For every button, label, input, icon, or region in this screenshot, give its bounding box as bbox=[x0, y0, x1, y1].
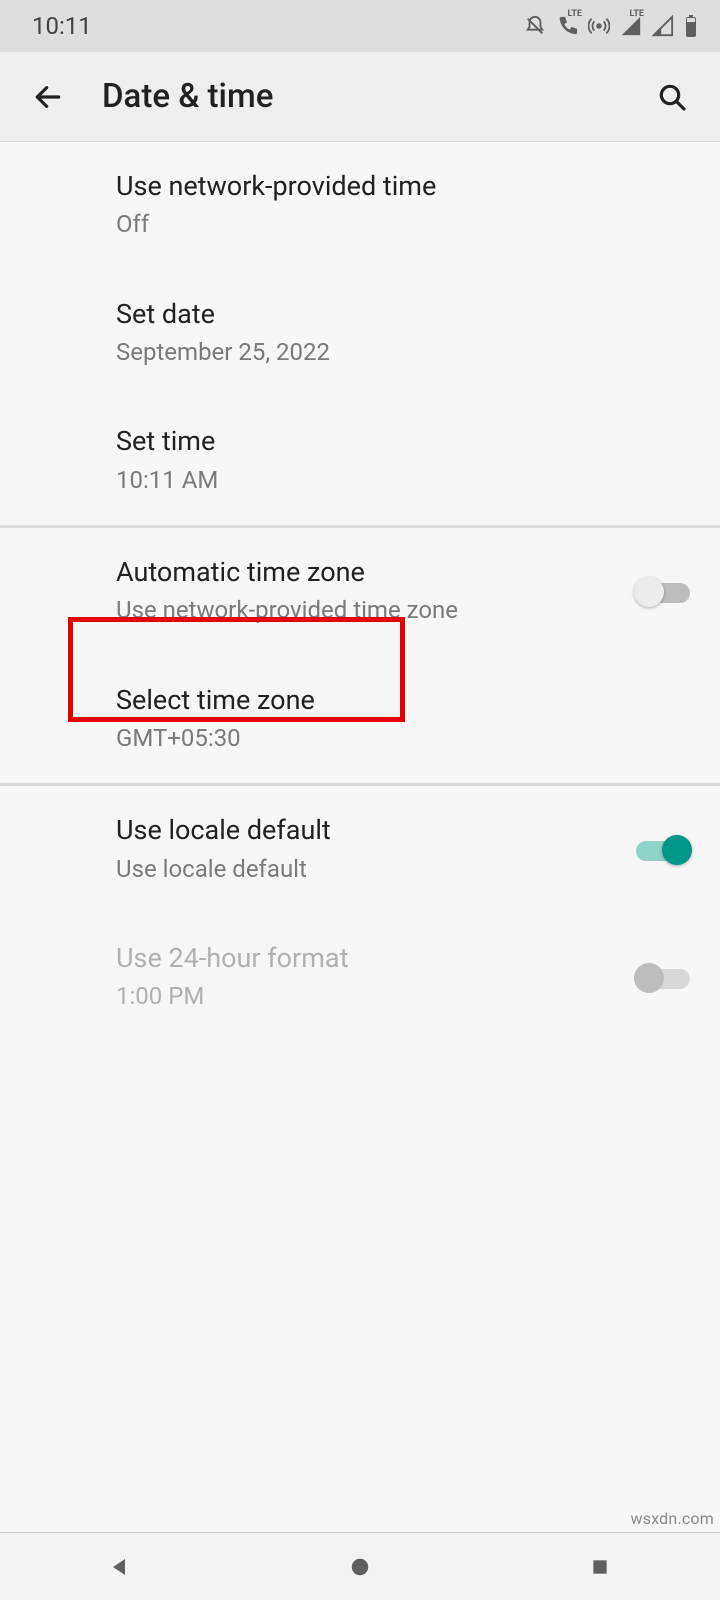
item-subtext: September 25, 2022 bbox=[116, 334, 690, 371]
item-select-timezone[interactable]: Select time zone GMT+05:30 bbox=[0, 656, 720, 784]
item-title: Set date bbox=[116, 296, 690, 332]
item-subtext: Use locale default bbox=[116, 851, 616, 888]
switch-locale-default[interactable] bbox=[636, 833, 690, 867]
item-set-time[interactable]: Set time 10:11 AM bbox=[0, 397, 720, 525]
dnd-icon bbox=[524, 15, 546, 37]
search-button[interactable] bbox=[648, 73, 696, 121]
nav-home-button[interactable] bbox=[300, 1533, 420, 1600]
item-auto-timezone[interactable]: Automatic time zone Use network-provided… bbox=[0, 528, 720, 656]
triangle-back-icon bbox=[108, 1555, 132, 1579]
navigation-bar bbox=[0, 1532, 720, 1600]
signal-lte-icon: LTE bbox=[620, 15, 642, 37]
switch-auto-timezone[interactable] bbox=[636, 575, 690, 609]
item-24-hour: Use 24-hour format 1:00 PM bbox=[0, 914, 720, 1042]
status-time: 10:11 bbox=[32, 12, 92, 40]
item-title: Use locale default bbox=[116, 812, 616, 848]
search-icon bbox=[656, 81, 688, 113]
item-set-date[interactable]: Set date September 25, 2022 bbox=[0, 270, 720, 398]
volte-call-icon: LTE bbox=[556, 15, 578, 37]
item-title: Automatic time zone bbox=[116, 554, 616, 590]
item-title: Select time zone bbox=[116, 682, 690, 718]
watermark: wsxdn.com bbox=[631, 1509, 714, 1528]
nav-back-button[interactable] bbox=[60, 1533, 180, 1600]
page-title: Date & time bbox=[102, 77, 648, 116]
app-bar: Date & time bbox=[0, 52, 720, 142]
nav-recent-button[interactable] bbox=[540, 1533, 660, 1600]
back-button[interactable] bbox=[24, 73, 72, 121]
item-subtext: Off bbox=[116, 206, 690, 243]
arrow-back-icon bbox=[32, 81, 64, 113]
item-title: Use network-provided time bbox=[116, 168, 690, 204]
item-subtext: Use network-provided time zone bbox=[116, 592, 616, 629]
switch-24-hour bbox=[636, 961, 690, 995]
item-title: Set time bbox=[116, 423, 690, 459]
battery-icon bbox=[684, 15, 698, 37]
hotspot-icon bbox=[588, 15, 610, 37]
square-recent-icon bbox=[590, 1557, 610, 1577]
item-network-time[interactable]: Use network-provided time Off bbox=[0, 142, 720, 270]
status-icons: LTE LTE bbox=[524, 15, 698, 37]
status-bar: 10:11 LTE LTE bbox=[0, 0, 720, 52]
settings-list: Use network-provided time Off Set date S… bbox=[0, 142, 720, 1041]
item-subtext: 1:00 PM bbox=[116, 978, 616, 1015]
circle-home-icon bbox=[349, 1556, 371, 1578]
item-locale-default[interactable]: Use locale default Use locale default bbox=[0, 786, 720, 914]
item-title: Use 24-hour format bbox=[116, 940, 616, 976]
signal-icon bbox=[652, 15, 674, 37]
item-subtext: GMT+05:30 bbox=[116, 720, 690, 757]
item-subtext: 10:11 AM bbox=[116, 462, 690, 499]
